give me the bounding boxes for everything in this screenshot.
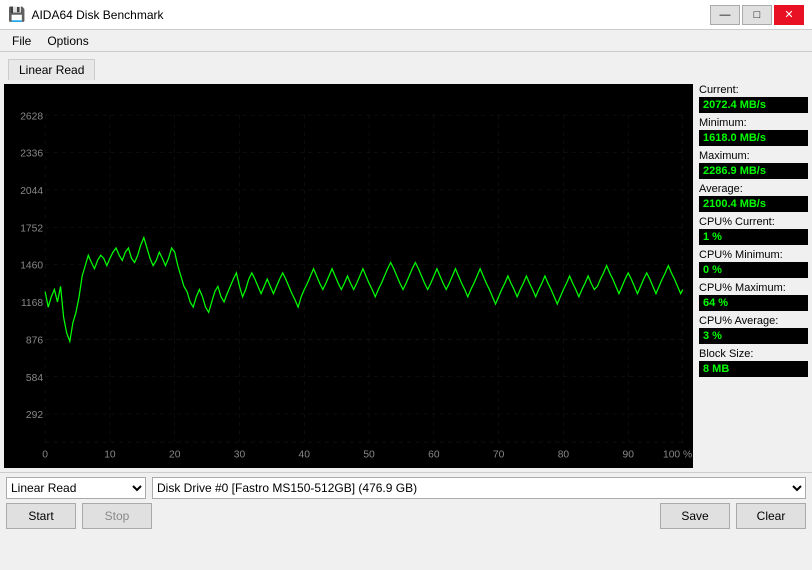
minimum-label: Minimum: [699,117,808,129]
right-panel: Current: 2072.4 MB/s Minimum: 1618.0 MB/… [697,80,812,472]
menu-bar: File Options [0,30,812,52]
benchmark-select[interactable]: Linear Read Random Read Buffered Read Av… [6,477,146,499]
svg-text:2044: 2044 [20,186,43,197]
maximize-button[interactable]: □ [742,5,772,25]
cpu-current-stat: CPU% Current: 1 % [699,216,808,245]
maximum-value: 2286.9 MB/s [699,163,808,179]
svg-text:90: 90 [622,450,634,461]
average-value: 2100.4 MB/s [699,196,808,212]
bottom-bar: Linear Read Random Read Buffered Read Av… [0,472,812,570]
block-size-stat: Block Size: 8 MB [699,348,808,377]
cpu-minimum-value: 0 % [699,262,808,278]
close-button[interactable]: ✕ [774,5,804,25]
bottom-row1: Linear Read Random Read Buffered Read Av… [6,477,806,499]
title-bar: 💾 AIDA64 Disk Benchmark — □ ✕ [0,0,812,30]
cpu-current-value: 1 % [699,229,808,245]
svg-text:0: 0 [42,450,48,461]
current-label: Current: [699,84,808,96]
maximum-label: Maximum: [699,150,808,162]
block-size-label: Block Size: [699,348,808,360]
cpu-minimum-stat: CPU% Minimum: 0 % [699,249,808,278]
cpu-average-label: CPU% Average: [699,315,808,327]
clear-button[interactable]: Clear [736,503,806,529]
average-label: Average: [699,183,808,195]
svg-text:1752: 1752 [20,223,43,234]
minimize-button[interactable]: — [710,5,740,25]
cpu-average-value: 3 % [699,328,808,344]
chart-svg: 2628 2336 2044 1752 1460 1168 876 584 29… [4,84,693,468]
cpu-maximum-stat: CPU% Maximum: 64 % [699,282,808,311]
svg-text:100 %: 100 % [663,450,692,461]
app-icon: 💾 [8,6,25,23]
svg-text:876: 876 [26,335,43,346]
tab-linear-read[interactable]: Linear Read [8,59,95,80]
svg-text:70: 70 [493,450,505,461]
menu-options[interactable]: Options [39,32,96,50]
svg-text:2336: 2336 [20,149,43,160]
block-size-value: 8 MB [699,361,808,377]
stop-button[interactable]: Stop [82,503,152,529]
minimum-value: 1618.0 MB/s [699,130,808,146]
cpu-current-label: CPU% Current: [699,216,808,228]
current-value: 2072.4 MB/s [699,97,808,113]
svg-text:292: 292 [26,410,43,421]
disk-select[interactable]: Disk Drive #0 [Fastro MS150-512GB] (476.… [152,477,806,499]
current-stat: Current: 2072.4 MB/s [699,84,808,113]
menu-file[interactable]: File [4,32,39,50]
svg-text:40: 40 [299,450,311,461]
svg-text:80: 80 [558,450,570,461]
cpu-average-stat: CPU% Average: 3 % [699,315,808,344]
svg-text:1168: 1168 [21,298,43,309]
cpu-minimum-label: CPU% Minimum: [699,249,808,261]
tab-row: Linear Read [0,52,812,80]
svg-text:2628: 2628 [20,111,43,122]
window-controls: — □ ✕ [710,5,804,25]
svg-text:584: 584 [26,373,43,384]
svg-text:20: 20 [169,450,181,461]
cpu-maximum-label: CPU% Maximum: [699,282,808,294]
start-button[interactable]: Start [6,503,76,529]
save-button[interactable]: Save [660,503,730,529]
svg-text:30: 30 [234,450,246,461]
svg-text:10: 10 [104,450,116,461]
average-stat: Average: 2100.4 MB/s [699,183,808,212]
window-title: AIDA64 Disk Benchmark [31,8,710,22]
svg-text:50: 50 [363,450,375,461]
main-content: MB/s 06:14 [0,80,812,472]
svg-text:60: 60 [428,450,440,461]
minimum-stat: Minimum: 1618.0 MB/s [699,117,808,146]
bottom-row2: Start Stop Save Clear [6,503,806,529]
chart-area: MB/s 06:14 [4,84,693,468]
maximum-stat: Maximum: 2286.9 MB/s [699,150,808,179]
cpu-maximum-value: 64 % [699,295,808,311]
svg-text:1460: 1460 [20,261,43,272]
